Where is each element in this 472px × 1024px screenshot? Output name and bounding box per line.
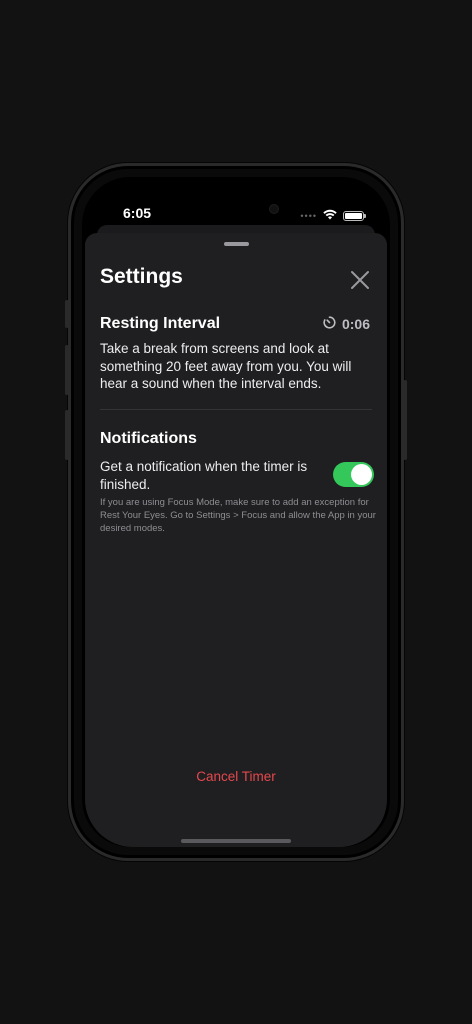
focus-mode-footnote: If you are using Focus Mode, make sure t… (100, 497, 376, 534)
volume-up-button (65, 345, 69, 395)
toggle-knob (351, 464, 372, 485)
status-time: 6:05 (123, 205, 152, 221)
settings-sheet: Settings Resting Interval 0:06 Take a br… (85, 233, 387, 847)
phone-frame: 6:05 •••• Settings Resting Interval 0:06… (68, 163, 404, 861)
close-icon[interactable] (349, 269, 371, 291)
wifi-icon (323, 207, 337, 225)
front-camera (269, 204, 279, 214)
power-button (403, 380, 407, 460)
battery-icon (343, 211, 366, 221)
sheet-grabber[interactable] (224, 242, 249, 246)
resting-interval-title: Resting Interval (100, 315, 221, 332)
phone-screen: 6:05 •••• Settings Resting Interval 0:06… (82, 177, 390, 847)
page-title: Settings (100, 265, 183, 288)
timer-value: 0:06 (341, 316, 370, 332)
cancel-timer-button[interactable]: Cancel Timer (85, 769, 387, 784)
signal-dots: •••• (300, 211, 317, 221)
status-icons: •••• (300, 207, 366, 225)
timer-icon (323, 316, 336, 332)
volume-down-button (65, 410, 69, 460)
section-divider (100, 409, 372, 410)
notification-toggle[interactable] (333, 462, 374, 487)
interval-timer: 0:06 (323, 316, 370, 332)
home-indicator[interactable] (181, 839, 291, 843)
notification-toggle-label: Get a notification when the timer is fin… (100, 459, 308, 492)
resting-interval-description: Take a break from screens and look at so… (100, 341, 352, 391)
notifications-title: Notifications (100, 430, 197, 447)
status-bar: 6:05 •••• (82, 177, 390, 227)
mute-switch (65, 300, 69, 328)
